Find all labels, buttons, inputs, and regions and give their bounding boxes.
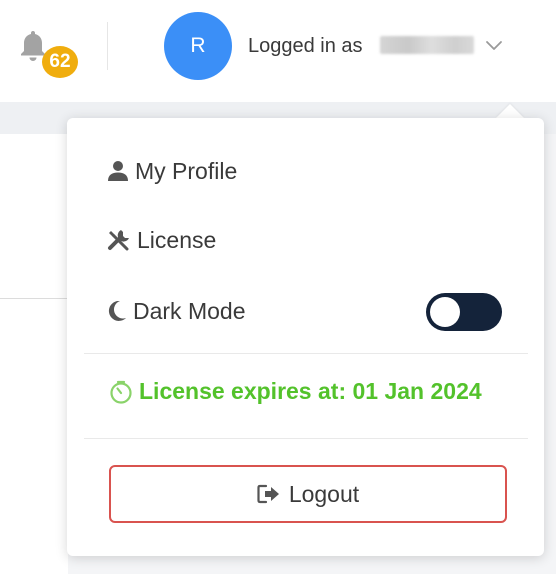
tools-icon xyxy=(107,228,131,252)
menu-divider xyxy=(84,438,528,439)
menu-item-dark-mode: Dark Mode xyxy=(107,293,245,329)
top-bar: 62 R Logged in as xyxy=(0,0,556,102)
moon-icon xyxy=(107,300,127,322)
dark-mode-toggle[interactable] xyxy=(426,293,502,331)
user-avatar[interactable]: R xyxy=(164,12,232,80)
page-content-divider xyxy=(0,298,68,299)
menu-item-label: Dark Mode xyxy=(133,297,246,324)
header-divider xyxy=(107,22,108,70)
logout-label: Logout xyxy=(288,480,360,507)
logout-button[interactable]: Logout xyxy=(109,465,507,523)
menu-item-label: License xyxy=(137,226,217,253)
toggle-knob xyxy=(430,297,460,327)
redacted-username xyxy=(380,36,474,54)
menu-item-my-profile[interactable]: My Profile xyxy=(107,153,237,189)
menu-item-label: My Profile xyxy=(135,157,238,184)
license-expiry-text: License expires at: 01 Jan 2024 xyxy=(139,378,482,404)
menu-divider xyxy=(84,353,528,354)
license-expiry-notice: License expires at: 01 Jan 2024 xyxy=(109,378,482,405)
notification-count-badge: 62 xyxy=(42,46,78,78)
user-icon xyxy=(107,160,129,182)
user-dropdown-menu: My Profile License Dark Mode License exp… xyxy=(67,118,544,556)
menu-item-license[interactable]: License xyxy=(107,222,216,258)
dropdown-caret xyxy=(496,104,524,118)
timer-icon xyxy=(109,380,133,404)
user-menu-toggle[interactable] xyxy=(484,36,504,56)
page-content-panel xyxy=(0,134,68,574)
chevron-down-icon xyxy=(486,41,502,50)
sign-out-icon xyxy=(257,484,281,504)
logged-in-label: Logged in as xyxy=(248,35,363,57)
